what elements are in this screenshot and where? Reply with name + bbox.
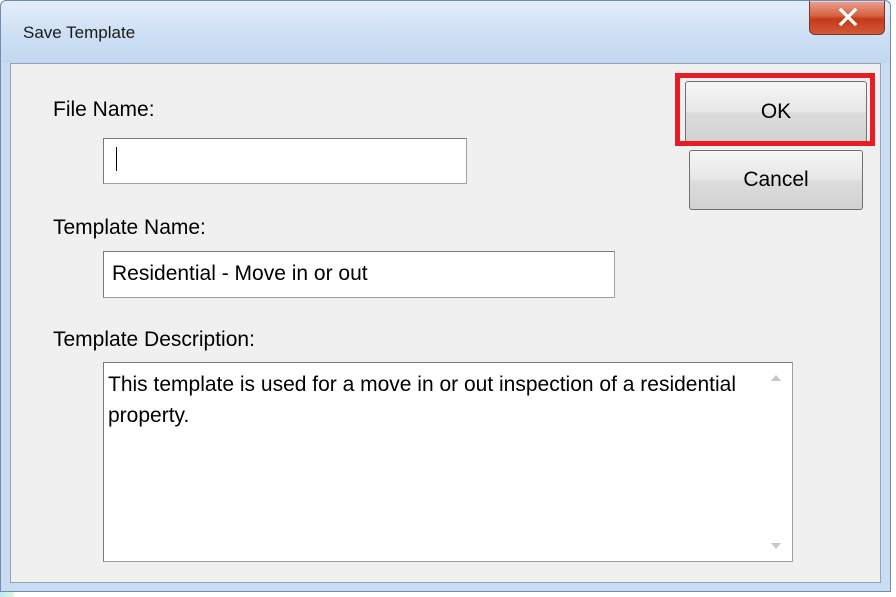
cancel-button-label: Cancel [743,168,809,191]
save-template-dialog: Save Template File Name: Template Name: … [0,0,891,592]
file-name-input[interactable] [103,138,467,184]
window-title: Save Template [23,23,136,42]
template-name-label: Template Name: [53,216,206,239]
template-description-label: Template Description: [53,328,255,351]
description-scrollbar[interactable] [762,363,792,561]
title-bar[interactable]: Save Template [1,1,890,63]
scroll-up-arrow-icon[interactable] [771,375,781,381]
text-caret [116,147,117,171]
template-name-input[interactable]: Residential - Move in or out [103,251,615,298]
template-name-value: Residential - Move in or out [112,262,368,285]
ok-button[interactable]: OK [685,81,867,143]
template-description-value: This template is used for a move in or o… [108,373,742,427]
template-description-textarea[interactable]: This template is used for a move in or o… [103,362,793,562]
file-name-label: File Name: [53,98,155,121]
dialog-body: File Name: Template Name: Residential - … [10,63,881,583]
close-button[interactable] [809,1,885,35]
close-x-icon [838,8,858,26]
cancel-button[interactable]: Cancel [689,150,863,210]
ok-button-label: OK [760,100,792,123]
scroll-down-arrow-icon[interactable] [771,543,781,549]
